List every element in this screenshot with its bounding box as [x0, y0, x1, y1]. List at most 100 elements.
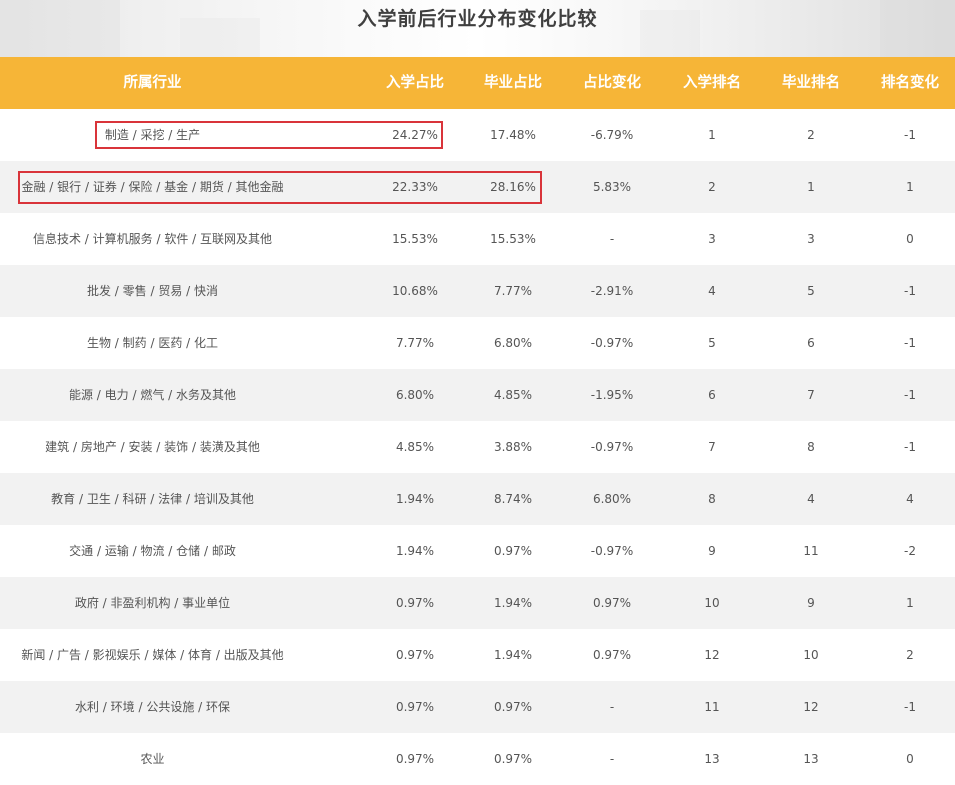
column-header-industry: 所属行业: [123, 75, 182, 91]
entry-rank-cell: 10: [704, 596, 720, 610]
rank-change-cell: -2: [904, 544, 916, 558]
entry-share-cell: 0.97%: [395, 648, 435, 662]
entry-rank-cell: 8: [708, 492, 716, 506]
column-header-rank-change: 排名变化: [881, 75, 939, 91]
column-header-entry-rank: 入学排名: [683, 75, 741, 91]
entry-share-cell: 4.85%: [395, 440, 435, 454]
rank-change-cell: -1: [904, 700, 916, 714]
entry-rank-cell: 1: [708, 128, 716, 142]
entry-share-cell: 0.97%: [395, 596, 435, 610]
entry-rank-cell: 6: [708, 388, 716, 402]
rank-change-cell: -1: [904, 440, 916, 454]
grad-share-cell: 0.97%: [493, 544, 533, 558]
table-row: 制造 / 采挖 / 生产 24.27% 17.48% -6.79% 1 2 -1: [0, 109, 955, 161]
table-row: 农业 0.97% 0.97% - 13 13 0: [0, 733, 955, 778]
industry-cell: 水利 / 环境 / 公共设施 / 环保: [74, 700, 231, 714]
industry-cell: 制造 / 采挖 / 生产: [104, 128, 201, 142]
entry-share-cell: 1.94%: [395, 544, 435, 558]
industry-cell: 建筑 / 房地产 / 安装 / 装饰 / 装潢及其他: [45, 440, 260, 454]
grad-share-cell: 0.97%: [493, 700, 533, 714]
table-row: 交通 / 运输 / 物流 / 仓储 / 邮政 1.94% 0.97% -0.97…: [0, 525, 955, 577]
entry-rank-cell: 5: [708, 336, 716, 350]
entry-rank-cell: 2: [708, 180, 716, 194]
title-banner: 入学前后行业分布变化比较: [0, 0, 955, 57]
share-change-cell: -0.97%: [590, 440, 634, 454]
table-row: 新闻 / 广告 / 影视娱乐 / 媒体 / 体育 / 出版及其他 0.97% 1…: [0, 629, 955, 681]
grad-share-cell: 15.53%: [490, 232, 536, 246]
entry-share-cell: 1.94%: [395, 492, 435, 506]
grad-rank-cell: 2: [807, 128, 815, 142]
grad-share-cell: 8.74%: [493, 492, 533, 506]
industry-cell: 政府 / 非盈利机构 / 事业单位: [74, 596, 231, 610]
entry-share-cell: 0.97%: [395, 700, 435, 714]
share-change-cell: -: [609, 700, 615, 714]
column-header-grad-rank: 毕业排名: [782, 75, 840, 91]
entry-share-cell: 24.27%: [392, 128, 438, 142]
share-change-cell: -2.91%: [590, 284, 634, 298]
industry-cell: 新闻 / 广告 / 影视娱乐 / 媒体 / 体育 / 出版及其他: [21, 648, 284, 662]
share-change-cell: -: [609, 232, 615, 246]
share-change-cell: -0.97%: [590, 336, 634, 350]
grad-rank-cell: 11: [803, 544, 819, 558]
entry-share-cell: 22.33%: [392, 180, 438, 194]
column-header-grad-share: 毕业占比: [484, 75, 542, 91]
page-title: 入学前后行业分布变化比较: [357, 8, 598, 30]
rank-change-cell: -1: [904, 128, 916, 142]
share-change-cell: 6.80%: [592, 492, 632, 506]
entry-share-cell: 0.97%: [395, 752, 435, 766]
table-row: 金融 / 银行 / 证券 / 保险 / 基金 / 期货 / 其他金融 22.33…: [0, 161, 955, 213]
column-header-share-change: 占比变化: [583, 75, 641, 91]
table-row: 政府 / 非盈利机构 / 事业单位 0.97% 1.94% 0.97% 10 9…: [0, 577, 955, 629]
grad-rank-cell: 3: [807, 232, 815, 246]
table-row: 建筑 / 房地产 / 安装 / 装饰 / 装潢及其他 4.85% 3.88% -…: [0, 421, 955, 473]
rank-change-cell: 0: [906, 752, 914, 766]
industry-cell: 教育 / 卫生 / 科研 / 法律 / 培训及其他: [51, 492, 254, 506]
rank-change-cell: 0: [906, 232, 914, 246]
entry-rank-cell: 3: [708, 232, 716, 246]
share-change-cell: 0.97%: [592, 596, 632, 610]
rank-change-cell: 1: [906, 596, 914, 610]
grad-rank-cell: 4: [807, 492, 815, 506]
column-header-entry-share: 入学占比: [386, 75, 444, 91]
grad-share-cell: 1.94%: [493, 596, 533, 610]
entry-share-cell: 15.53%: [392, 232, 438, 246]
table-row: 生物 / 制药 / 医药 / 化工 7.77% 6.80% -0.97% 5 6…: [0, 317, 955, 369]
grad-share-cell: 17.48%: [490, 128, 536, 142]
table-row: 教育 / 卫生 / 科研 / 法律 / 培训及其他 1.94% 8.74% 6.…: [0, 473, 955, 525]
industry-cell: 能源 / 电力 / 燃气 / 水务及其他: [68, 388, 237, 402]
industry-cell: 交通 / 运输 / 物流 / 仓储 / 邮政: [69, 544, 236, 558]
grad-share-cell: 28.16%: [490, 180, 536, 194]
table-header: 所属行业 入学占比 毕业占比 占比变化 入学排名 毕业排名 排名变化: [0, 57, 955, 109]
grad-rank-cell: 1: [807, 180, 815, 194]
grad-share-cell: 1.94%: [493, 648, 533, 662]
entry-share-cell: 10.68%: [392, 284, 438, 298]
entry-share-cell: 6.80%: [395, 388, 435, 402]
grad-share-cell: 3.88%: [493, 440, 533, 454]
entry-rank-cell: 7: [708, 440, 716, 454]
table-row: 批发 / 零售 / 贸易 / 快消 10.68% 7.77% -2.91% 4 …: [0, 265, 955, 317]
industry-cell: 批发 / 零售 / 贸易 / 快消: [86, 284, 219, 298]
grad-rank-cell: 7: [807, 388, 815, 402]
grad-rank-cell: 6: [807, 336, 815, 350]
grad-rank-cell: 8: [807, 440, 815, 454]
industry-cell: 信息技术 / 计算机服务 / 软件 / 互联网及其他: [32, 232, 273, 246]
industry-cell: 农业: [140, 752, 165, 766]
industry-cell: 生物 / 制药 / 医药 / 化工: [86, 336, 219, 350]
share-change-cell: 5.83%: [592, 180, 632, 194]
entry-rank-cell: 4: [708, 284, 716, 298]
rank-change-cell: 4: [906, 492, 914, 506]
share-change-cell: -1.95%: [590, 388, 634, 402]
grad-rank-cell: 5: [807, 284, 815, 298]
share-change-cell: 0.97%: [592, 648, 632, 662]
table-row: 能源 / 电力 / 燃气 / 水务及其他 6.80% 4.85% -1.95% …: [0, 369, 955, 421]
grad-rank-cell: 10: [803, 648, 819, 662]
share-change-cell: -: [609, 752, 615, 766]
entry-rank-cell: 11: [704, 700, 720, 714]
share-change-cell: -6.79%: [590, 128, 634, 142]
entry-share-cell: 7.77%: [395, 336, 435, 350]
entry-rank-cell: 9: [708, 544, 716, 558]
table-row: 信息技术 / 计算机服务 / 软件 / 互联网及其他 15.53% 15.53%…: [0, 213, 955, 265]
grad-share-cell: 4.85%: [493, 388, 533, 402]
rank-change-cell: -1: [904, 336, 916, 350]
table-row: 水利 / 环境 / 公共设施 / 环保 0.97% 0.97% - 11 12 …: [0, 681, 955, 733]
